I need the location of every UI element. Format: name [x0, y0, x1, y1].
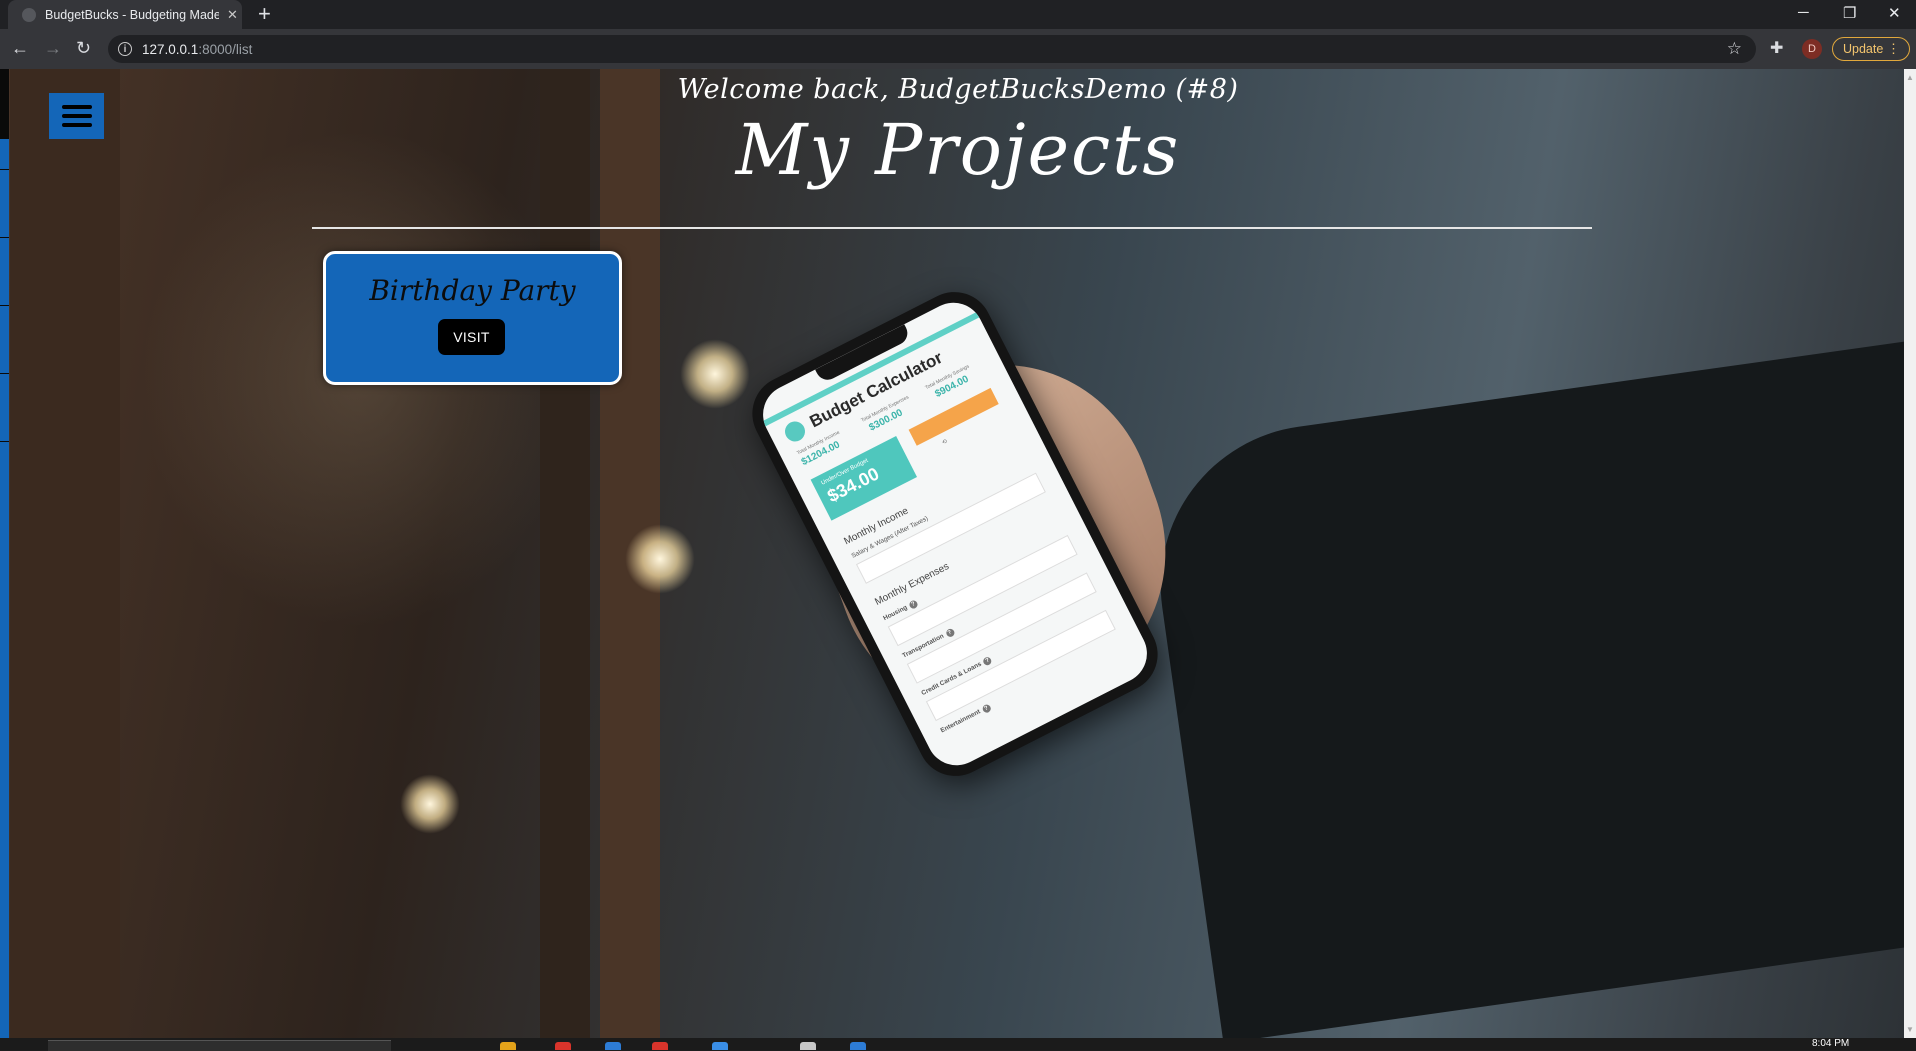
- taskbar-app-icon[interactable]: [555, 1042, 571, 1050]
- browser-toolbar: ← → ↻ i 127.0.0.1:8000/list ☆: [0, 29, 1916, 69]
- update-button[interactable]: Update ⋮: [1832, 37, 1910, 61]
- restore-button[interactable]: ❐: [1843, 4, 1856, 22]
- minimize-button[interactable]: ─: [1798, 4, 1809, 21]
- taskbar-clock: 8:04 PM: [1812, 1038, 1850, 1049]
- taskbar-app-icon[interactable]: [800, 1042, 816, 1050]
- browser-tab[interactable]: BudgetBucks - Budgeting Made E ✕: [8, 0, 242, 29]
- calculator-logo-icon: [781, 418, 809, 445]
- site-info-icon[interactable]: i: [118, 42, 132, 56]
- bookmark-star-icon[interactable]: ☆: [1727, 39, 1742, 59]
- title-divider: [312, 227, 1592, 229]
- forward-icon[interactable]: →: [44, 38, 62, 58]
- window-close-button[interactable]: ✕: [1888, 4, 1901, 22]
- scroll-down-icon[interactable]: ▼: [1906, 1025, 1914, 1034]
- taskbar-app-icon[interactable]: [712, 1042, 728, 1050]
- page-scrollbar[interactable]: ▲ ▼: [1904, 69, 1916, 1038]
- extensions-puzzle-icon[interactable]: ✚: [1770, 38, 1783, 58]
- url-text: 127.0.0.1:8000/list: [142, 41, 253, 57]
- tab-close-icon[interactable]: ✕: [227, 7, 238, 23]
- reload-icon[interactable]: ↻: [76, 38, 91, 58]
- browser-tabstrip: BudgetBucks - Budgeting Made E ✕ + ─ ❐ ✕: [0, 0, 1916, 29]
- more-menu-icon[interactable]: ⋮: [1887, 41, 1900, 57]
- project-name: Birthday Party: [369, 274, 576, 307]
- project-card: Birthday Party VISIT: [323, 251, 622, 385]
- back-icon[interactable]: ←: [11, 38, 29, 58]
- address-bar[interactable]: i 127.0.0.1:8000/list ☆: [108, 35, 1756, 63]
- page-viewport: Budget Calculator Total Monthly Income $…: [0, 69, 1916, 1038]
- favicon-icon: [22, 7, 36, 22]
- phone-screen: Budget Calculator Total Monthly Income $…: [752, 292, 1158, 776]
- tab-title: BudgetBucks - Budgeting Made E: [45, 7, 219, 22]
- welcome-message: Welcome back, BudgetBucksDemo (#8): [677, 74, 1239, 105]
- taskbar-app-icon[interactable]: [850, 1042, 866, 1050]
- taskbar-search[interactable]: [48, 1040, 391, 1051]
- os-taskbar: 8:04 PM: [0, 1038, 1916, 1051]
- taskbar-app-icon[interactable]: [652, 1042, 668, 1050]
- visit-button[interactable]: VISIT: [438, 319, 505, 355]
- profile-avatar[interactable]: D: [1802, 39, 1822, 59]
- new-tab-button[interactable]: +: [258, 2, 271, 26]
- update-label: Update: [1843, 42, 1884, 56]
- background-photo: Budget Calculator Total Monthly Income $…: [0, 69, 1916, 1038]
- scroll-up-icon[interactable]: ▲: [1906, 73, 1914, 82]
- taskbar-app-icon[interactable]: [500, 1042, 516, 1050]
- sidebar-rail: [0, 69, 9, 1038]
- page-title: My Projects: [735, 109, 1181, 191]
- taskbar-app-icon[interactable]: [605, 1042, 621, 1050]
